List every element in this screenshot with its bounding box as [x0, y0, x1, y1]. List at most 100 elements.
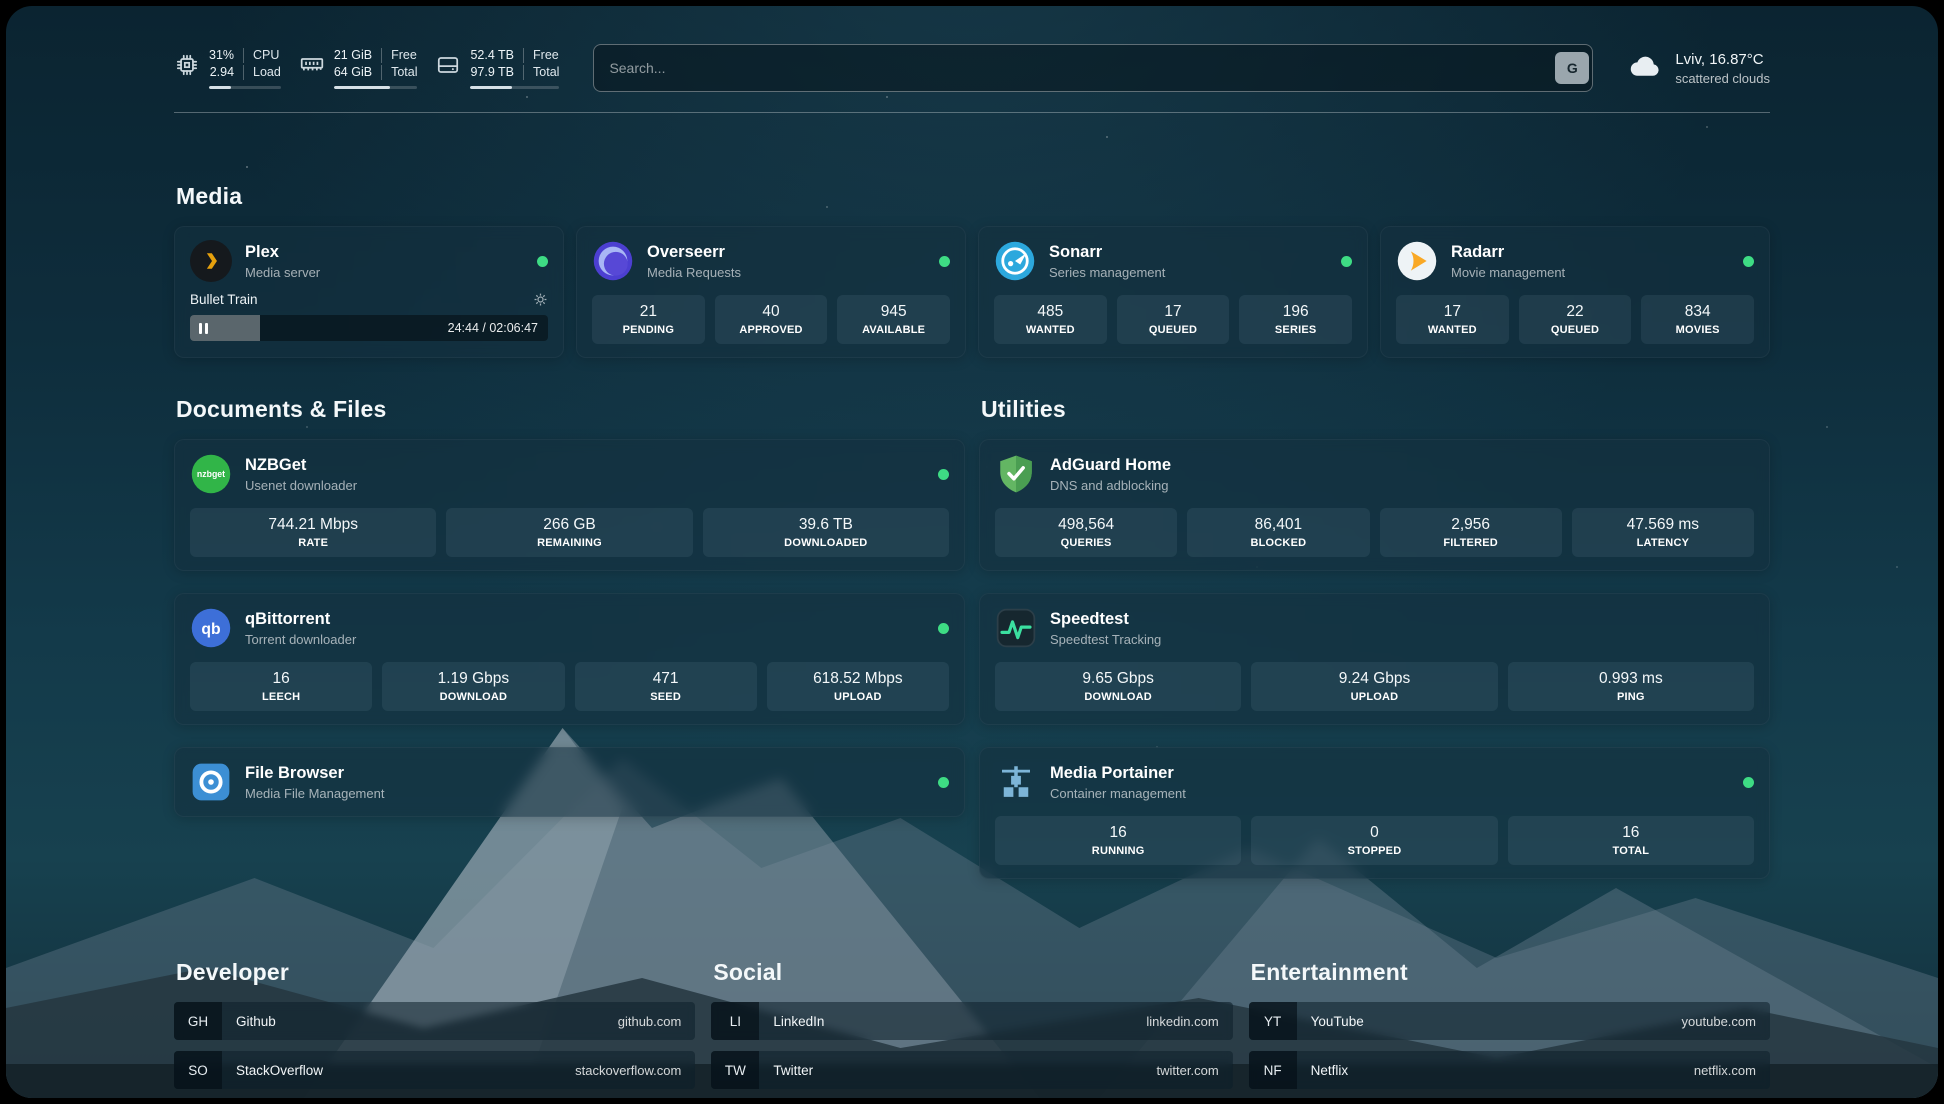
cpu-usage-fill — [209, 86, 231, 89]
playback-progress-bar[interactable]: 24:44 / 02:06:47 — [190, 315, 548, 341]
stat-label: WANTED — [1402, 324, 1503, 336]
app-subtitle: DNS and adblocking — [1050, 478, 1171, 493]
stat-value: 16 — [1001, 824, 1235, 842]
bookmark-name: LinkedIn — [773, 1014, 824, 1029]
portainer-icon — [995, 761, 1037, 803]
status-dot — [1743, 777, 1754, 788]
app-card-plex[interactable]: Plex Media server Bullet Train — [174, 226, 564, 358]
stat-box: 834MOVIES — [1641, 295, 1754, 344]
app-card-nzbget[interactable]: nzbget NZBGet Usenet downloader 744.21 M… — [174, 439, 965, 571]
app-card-speedtest[interactable]: Speedtest Speedtest Tracking 9.65 GbpsDO… — [979, 593, 1770, 725]
status-dot — [537, 256, 548, 267]
stat-value: 17 — [1123, 303, 1224, 321]
bookmark-netflix[interactable]: NF Netflix netflix.com — [1249, 1051, 1770, 1089]
stat-value: 618.52 Mbps — [773, 670, 943, 688]
stat-label: QUEUED — [1525, 324, 1626, 336]
stat-box: 485WANTED — [994, 295, 1107, 344]
plex-icon — [190, 240, 232, 282]
top-bar: 31% CPU 2.94 Load 21 GiB — [174, 44, 1770, 92]
cpu-chip-icon — [174, 52, 200, 78]
stat-value: 22 — [1525, 303, 1626, 321]
weather-widget: Lviv, 16.87°C scattered clouds — [1627, 48, 1770, 89]
nzbget-icon: nzbget — [190, 453, 232, 495]
disk-total-value: 97.9 TB — [470, 65, 523, 80]
stat-label: UPLOAD — [773, 691, 943, 703]
app-name: AdGuard Home — [1050, 456, 1171, 475]
bookmark-stackoverflow[interactable]: SO StackOverflow stackoverflow.com — [174, 1051, 695, 1089]
bookmark-abbr: LI — [711, 1002, 759, 1040]
section-entertainment: Entertainment YT YouTube youtube.com NF … — [1249, 959, 1770, 1098]
stat-box: 9.65 GbpsDOWNLOAD — [995, 662, 1241, 711]
stat-label: BLOCKED — [1193, 537, 1363, 549]
stat-value: 485 — [1000, 303, 1101, 321]
section-title-documents: Documents & Files — [176, 396, 965, 423]
filebrowser-icon — [190, 761, 232, 803]
stat-box: 498,564QUERIES — [995, 508, 1177, 557]
stat-label: LEECH — [196, 691, 366, 703]
stat-value: 16 — [1514, 824, 1748, 842]
bookmark-twitter[interactable]: TW Twitter twitter.com — [711, 1051, 1232, 1089]
app-card-portainer[interactable]: Media Portainer Container management 16R… — [979, 747, 1770, 879]
stat-box: 0STOPPED — [1251, 816, 1497, 865]
settings-gear-icon[interactable] — [533, 292, 548, 307]
playback-time: 24:44 / 02:06:47 — [448, 321, 538, 335]
qbittorrent-icon: qb — [190, 607, 232, 649]
search-engine-button[interactable]: G — [1555, 52, 1589, 84]
stat-box: 40APPROVED — [715, 295, 828, 344]
stat-value: 86,401 — [1193, 516, 1363, 534]
section-title-social: Social — [713, 959, 1232, 986]
app-card-sonarr[interactable]: Sonarr Series management 485WANTED 17QUE… — [978, 226, 1368, 358]
stat-label: SERIES — [1245, 324, 1346, 336]
header-divider — [174, 112, 1770, 113]
stat-label: LATENCY — [1578, 537, 1748, 549]
status-dot — [938, 469, 949, 480]
section-utilities: Utilities AdGuard Home DNS and adblockin… — [979, 396, 1770, 901]
stat-box: 0.993 msPING — [1508, 662, 1754, 711]
stat-value: 39.6 TB — [709, 516, 943, 534]
stat-box: 266 GBREMAINING — [446, 508, 692, 557]
app-subtitle: Movie management — [1451, 265, 1565, 280]
cpu-usage-bar — [209, 86, 281, 89]
app-card-radarr[interactable]: Radarr Movie management 17 WANTED 22 QUEUE… — [1380, 226, 1770, 358]
disk-free-label: Free — [523, 48, 559, 63]
bookmark-abbr: TW — [711, 1051, 759, 1089]
bookmark-youtube[interactable]: YT YouTube youtube.com — [1249, 1002, 1770, 1040]
stat-value: 21 — [598, 303, 699, 321]
bookmark-linkedin[interactable]: LI LinkedIn linkedin.com — [711, 1002, 1232, 1040]
app-name: Sonarr — [1049, 243, 1165, 262]
cpu-percent-value: 31% — [209, 48, 243, 63]
bookmark-url: linkedin.com — [1146, 1014, 1218, 1029]
app-card-adguard[interactable]: AdGuard Home DNS and adblocking 498,564Q… — [979, 439, 1770, 571]
pause-icon[interactable] — [199, 323, 208, 334]
stat-label: QUEUED — [1123, 324, 1224, 336]
search-input[interactable] — [597, 60, 1555, 76]
stat-label: RATE — [196, 537, 430, 549]
bookmark-name: Twitter — [773, 1063, 813, 1078]
stat-box: 9.24 GbpsUPLOAD — [1251, 662, 1497, 711]
app-card-filebrowser[interactable]: File Browser Media File Management — [174, 747, 965, 817]
bookmark-abbr: SO — [174, 1051, 222, 1089]
stat-label: AVAILABLE — [843, 324, 944, 336]
stat-label: UPLOAD — [1257, 691, 1491, 703]
stat-value: 17 — [1402, 303, 1503, 321]
app-name: Radarr — [1451, 243, 1565, 262]
stat-label: QUERIES — [1001, 537, 1171, 549]
storage-metric: 52.4 TB Free 97.9 TB Total — [435, 48, 559, 89]
stat-label: SEED — [581, 691, 751, 703]
bookmark-url: netflix.com — [1694, 1063, 1756, 1078]
app-subtitle: Media Requests — [647, 265, 741, 280]
app-card-overseerr[interactable]: Overseerr Media Requests 21PENDING 40APP… — [576, 226, 966, 358]
bookmark-github[interactable]: GH Github github.com — [174, 1002, 695, 1040]
bookmark-name: Github — [236, 1014, 276, 1029]
stat-label: DOWNLOAD — [1001, 691, 1235, 703]
app-card-qbittorrent[interactable]: qb qBittorrent Torrent downloader 16LEEC… — [174, 593, 965, 725]
cpu-metric: 31% CPU 2.94 Load — [174, 48, 281, 89]
stat-label: DOWNLOAD — [388, 691, 558, 703]
app-name: Speedtest — [1050, 610, 1161, 629]
app-subtitle: Speedtest Tracking — [1050, 632, 1161, 647]
stat-value: 0 — [1257, 824, 1491, 842]
app-name: qBittorrent — [245, 610, 356, 629]
stat-box: 86,401 BLOCKED — [1187, 508, 1369, 557]
status-dot — [938, 623, 949, 634]
stat-value: 1.19 Gbps — [388, 670, 558, 688]
